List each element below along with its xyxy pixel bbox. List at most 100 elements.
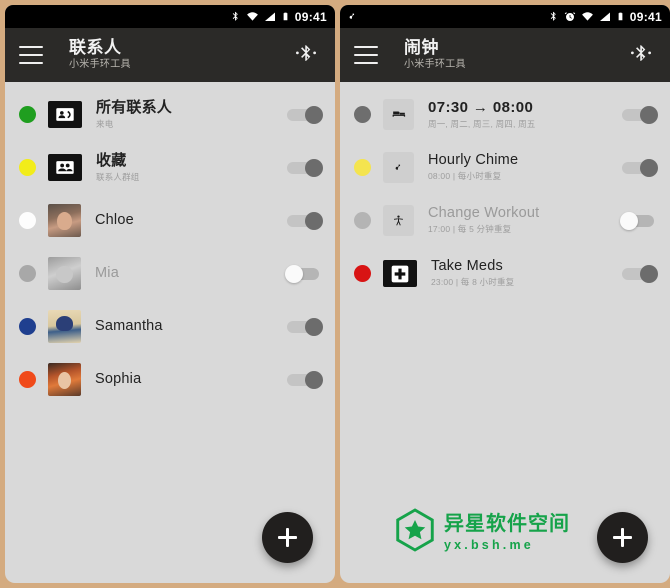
bluetooth-searching-icon[interactable]: [626, 40, 656, 70]
hamburger-icon[interactable]: [19, 46, 43, 64]
screenshot-stage: 09:41 联系人 小米手环工具 所有联系人 来电 收藏 联系人群组 Chloe Mia Sama…: [0, 0, 670, 588]
status-bar-left-icons: [348, 11, 548, 23]
music-note-icon: [348, 11, 358, 23]
item-list: 07:30 → 08:00 周一, 周二, 周三, 周四, 周五 Hourly Ch…: [340, 82, 670, 300]
contacts-group-icon: [48, 154, 82, 181]
item-list: 所有联系人 来电收藏 联系人群组 Chloe Mia Samantha Sophia: [5, 82, 335, 406]
list-item[interactable]: 07:30 → 08:00 周一, 周二, 周三, 周四, 周五: [340, 88, 670, 141]
list-item[interactable]: Hourly Chime 08:00 | 每小时重复: [340, 141, 670, 194]
toggle-switch[interactable]: [285, 370, 323, 389]
page-title: 闹钟: [404, 37, 439, 57]
list-item-texts: 收藏 联系人群组: [96, 153, 285, 182]
plus-icon: [278, 528, 297, 547]
watermark-name: 异星软件空间: [444, 512, 570, 535]
wifi-icon: [581, 10, 594, 23]
list-item-subtitle: 周一, 周二, 周三, 周四, 周五: [428, 118, 536, 129]
color-dot[interactable]: [354, 159, 371, 176]
toggle-switch[interactable]: [620, 105, 658, 124]
list-item-title: 所有联系人: [96, 99, 173, 117]
avatar-samantha: [48, 310, 81, 343]
list-item-subtitle: 23:00 | 每 8 小时重复: [431, 277, 515, 288]
signal-icon: [599, 11, 611, 23]
list-item[interactable]: 收藏 联系人群组: [5, 141, 335, 194]
toggle-switch[interactable]: [285, 264, 323, 283]
color-dot[interactable]: [19, 371, 36, 388]
list-item-texts: Samantha: [95, 317, 285, 335]
list-item-texts: Take Meds 23:00 | 每 8 小时重复: [431, 258, 620, 288]
hamburger-icon[interactable]: [354, 46, 378, 64]
switch-thumb: [305, 105, 323, 124]
add-button[interactable]: [597, 512, 648, 563]
battery-icon: [281, 10, 290, 23]
toggle-switch[interactable]: [620, 211, 658, 230]
list-item-texts: Chloe: [95, 211, 285, 229]
list-item-title: Hourly Chime: [428, 152, 519, 169]
list-item-title: Chloe: [95, 211, 134, 228]
site-watermark: 异星软件空间 yx.bsh.me: [395, 508, 570, 557]
list-item-title: Take Meds: [431, 258, 503, 275]
page-title: 联系人: [69, 37, 122, 57]
status-bar-clock: 09:41: [629, 9, 662, 24]
bed-icon: [383, 99, 414, 130]
list-item[interactable]: Chloe: [5, 194, 335, 247]
list-item-subtitle: 08:00 | 每小时重复: [428, 171, 502, 182]
list-item-subtitle: 联系人群组: [96, 171, 140, 182]
list-item[interactable]: Sophia: [5, 353, 335, 406]
list-item[interactable]: Samantha: [5, 300, 335, 353]
wifi-icon: [246, 10, 259, 23]
toggle-switch[interactable]: [620, 158, 658, 177]
switch-thumb: [305, 158, 323, 177]
status-bar: 09:41: [5, 5, 335, 28]
signal-icon: [264, 11, 276, 23]
bluetooth-searching-icon[interactable]: [291, 40, 321, 70]
status-bar-right-icons: 09:41: [548, 10, 662, 24]
list-item-texts: 07:30 → 08:00 周一, 周二, 周三, 周四, 周五: [428, 100, 620, 129]
bluetooth-icon: [230, 10, 241, 23]
list-item-title: 07:30 → 08:00: [428, 99, 534, 117]
list-item-title: Mia: [95, 264, 119, 281]
color-dot[interactable]: [19, 318, 36, 335]
list-item[interactable]: Change Workout 17:00 | 每 5 分钟重复: [340, 194, 670, 247]
list-item[interactable]: 所有联系人 来电: [5, 88, 335, 141]
status-bar-clock: 09:41: [294, 9, 327, 24]
color-dot[interactable]: [19, 212, 36, 229]
list-item-title: Change Workout: [428, 205, 540, 222]
list-item[interactable]: Mia: [5, 247, 335, 300]
toggle-switch[interactable]: [285, 211, 323, 230]
watermark-url: yx.bsh.me: [444, 537, 534, 552]
add-button[interactable]: [262, 512, 313, 563]
toggle-switch[interactable]: [620, 264, 658, 283]
toggle-switch[interactable]: [285, 158, 323, 177]
app-bar-titles: 联系人 小米手环工具: [69, 37, 291, 71]
avatar-sophia: [48, 363, 81, 396]
app-bar-titles: 闹钟 小米手环工具: [404, 37, 626, 71]
list-item-texts: Mia: [95, 264, 285, 282]
medical-cross-icon: [383, 260, 417, 287]
switch-thumb: [640, 158, 658, 177]
color-dot[interactable]: [354, 265, 371, 282]
star-hexagon-logo: [395, 508, 435, 557]
toggle-switch[interactable]: [285, 105, 323, 124]
phone-panel-contacts: 09:41 联系人 小米手环工具所有联系人 来电收藏 联系人群组 Chloe Mia Sama…: [5, 5, 335, 583]
list-item[interactable]: Take Meds 23:00 | 每 8 小时重复: [340, 247, 670, 300]
toggle-switch[interactable]: [285, 317, 323, 336]
status-bar: 09:41: [340, 5, 670, 28]
page-subtitle: 小米手环工具: [404, 59, 466, 71]
switch-thumb: [305, 317, 323, 336]
switch-thumb: [620, 211, 638, 230]
color-dot[interactable]: [19, 265, 36, 282]
avatar-mia: [48, 257, 81, 290]
list-item-subtitle: 来电: [96, 118, 114, 129]
list-item-title: 收藏: [96, 152, 127, 170]
alarm-clock-icon: [564, 11, 576, 23]
phone-panel-alarms: 09:41 闹钟 小米手环工具 07:30 → 08:00 周一, 周二, 周三, 周四…: [340, 5, 670, 583]
plus-icon: [613, 528, 632, 547]
music-note-icon: [383, 152, 414, 183]
contact-card-icon: [48, 101, 82, 128]
color-dot[interactable]: [19, 106, 36, 123]
color-dot[interactable]: [354, 106, 371, 123]
color-dot[interactable]: [19, 159, 36, 176]
switch-thumb: [640, 264, 658, 283]
color-dot[interactable]: [354, 212, 371, 229]
list-item-title: Samantha: [95, 317, 163, 334]
